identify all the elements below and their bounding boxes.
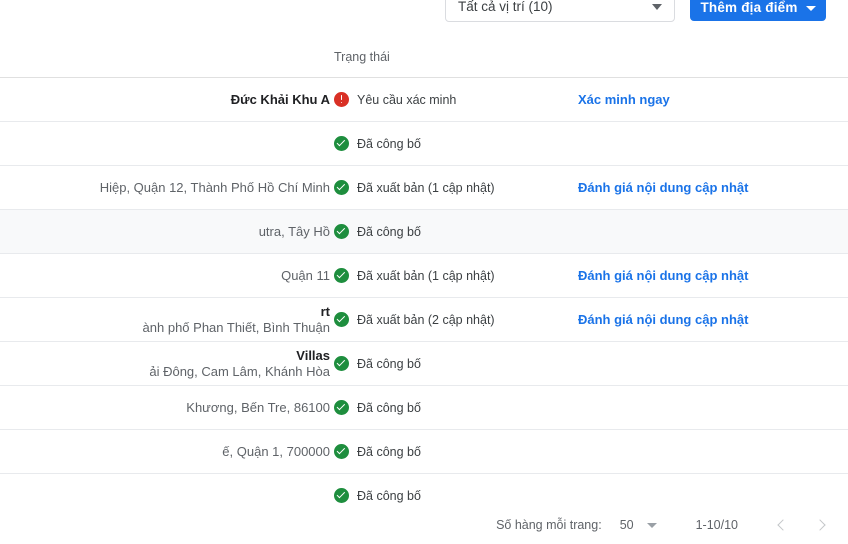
row-action-link[interactable]: Xác minh ngay [578,92,670,107]
cell-status: Đã công bố [334,342,421,385]
table-row[interactable]: Đã công bố [0,122,848,166]
table-row[interactable]: utra, Tây Hồ Đã công bố [0,210,848,254]
cell-action: Đánh giá nội dung cập nhật [578,298,748,341]
chevron-down-icon [805,6,816,11]
chevron-down-icon [652,4,662,10]
status-label: Đã công bố [357,224,421,239]
cell-status: Đã xuất bản (2 cập nhật) [334,298,495,341]
cell-location-name: Villas ải Đông, Cam Lâm, Khánh Hòa [0,342,330,385]
check-circle-icon [334,356,349,371]
location-address: ế, Quận 1, 700000 [222,443,330,459]
location-filter-value: Tất cả vị trí (10) [458,0,553,14]
table-row[interactable]: Hiệp, Quận 12, Thành Phố Hồ Chí Minh Đã x… [0,166,848,210]
check-circle-icon [334,180,349,195]
check-circle-icon [334,268,349,283]
cell-status: Yêu cầu xác minh [334,78,456,121]
location-address: Quận 11 [281,267,330,283]
cell-status: Đã công bố [334,210,421,253]
table-header-row: Trạng thái [0,40,848,78]
location-address: Khương, Bến Tre, 86100 [186,399,330,415]
error-icon [334,92,349,107]
cell-status: Đã xuất bản (1 cập nhật) [334,166,495,209]
check-circle-icon [334,312,349,327]
table-row[interactable]: Khương, Bến Tre, 86100 Đã công bố [0,386,848,430]
check-circle-icon [334,400,349,415]
location-address: ành phố Phan Thiết, Bình Thuận [142,319,330,335]
cell-location-name: rt ành phố Phan Thiết, Bình Thuận [0,298,330,341]
chevron-down-icon [646,522,657,528]
table-row[interactable]: rt ành phố Phan Thiết, Bình Thuận Đã xuất … [0,298,848,342]
status-label: Đã công bố [357,400,421,415]
toolbar: Tất cả vị trí (10) Thêm địa điểm [0,0,848,40]
row-action-link[interactable]: Đánh giá nội dung cập nhật [578,268,748,283]
cell-location-name: Đức Khải Khu A [0,78,330,121]
next-page-button[interactable] [812,516,830,534]
table-row[interactable]: Quận 11 Đã xuất bản (1 cập nhật) Đánh giá … [0,254,848,298]
cell-status: Đã xuất bản (1 cập nhật) [334,254,495,297]
location-filter-dropdown[interactable]: Tất cả vị trí (10) [445,0,675,22]
cell-location-name: Quận 11 [0,254,330,297]
cell-status: Đã công bố [334,386,421,429]
table-body: Đức Khải Khu A Yêu cầu xác minh Xác minh n… [0,78,848,518]
rows-per-page-dropdown[interactable]: 50 [620,518,657,532]
table-row[interactable]: ế, Quận 1, 700000 Đã công bố [0,430,848,474]
status-label: Đã công bố [357,136,421,151]
previous-page-button[interactable] [772,516,790,534]
cell-location-name: Khương, Bến Tre, 86100 [0,386,330,429]
check-circle-icon [334,488,349,503]
check-circle-icon [334,444,349,459]
table-row[interactable]: Đức Khải Khu A Yêu cầu xác minh Xác minh n… [0,78,848,122]
row-action-link[interactable]: Đánh giá nội dung cập nhật [578,312,748,327]
cell-status: Đã công bố [334,430,421,473]
cell-location-name: utra, Tây Hồ [0,210,330,253]
cell-action: Đánh giá nội dung cập nhật [578,166,748,209]
table-row[interactable]: Villas ải Đông, Cam Lâm, Khánh Hòa Đã công… [0,342,848,386]
location-name: Villas [296,347,330,363]
rows-per-page-label: Số hàng mỗi trang: [496,518,602,532]
check-circle-icon [334,136,349,151]
status-label: Đã xuất bản (1 cập nhật) [357,180,495,195]
cell-location-name: ế, Quận 1, 700000 [0,430,330,473]
location-address: ải Đông, Cam Lâm, Khánh Hòa [149,363,330,379]
cell-action: Xác minh ngay [578,78,670,121]
status-label: Đã xuất bản (1 cập nhật) [357,268,495,283]
pagination-range: 1-10/10 [695,518,738,532]
location-address: utra, Tây Hồ [258,223,330,239]
cell-status: Đã công bố [334,122,421,165]
status-label: Đã xuất bản (2 cập nhật) [357,312,495,327]
column-header-status: Trạng thái [334,50,390,64]
check-circle-icon [334,224,349,239]
add-location-button[interactable]: Thêm địa điểm [690,0,826,21]
pagination-bar: Số hàng mỗi trang: 50 1-10/10 [0,506,848,544]
cell-action: Đánh giá nội dung cập nhật [578,254,748,297]
status-label: Yêu cầu xác minh [357,92,457,107]
status-label: Đã công bố [357,444,421,459]
row-action-link[interactable]: Đánh giá nội dung cập nhật [578,180,748,195]
location-name: Đức Khải Khu A [230,91,330,107]
cell-location-name [0,122,330,165]
locations-table: Trạng thái Đức Khải Khu A Yêu cầu xác min… [0,40,848,518]
rows-per-page-value: 50 [619,518,634,532]
add-location-button-label: Thêm địa điểm [700,0,798,15]
location-address: Hiệp, Quận 12, Thành Phố Hồ Chí Minh [99,179,330,195]
cell-location-name: Hiệp, Quận 12, Thành Phố Hồ Chí Minh [0,166,330,209]
status-label: Đã công bố [357,356,421,371]
location-name: rt [320,303,330,319]
status-label: Đã công bố [357,488,421,503]
